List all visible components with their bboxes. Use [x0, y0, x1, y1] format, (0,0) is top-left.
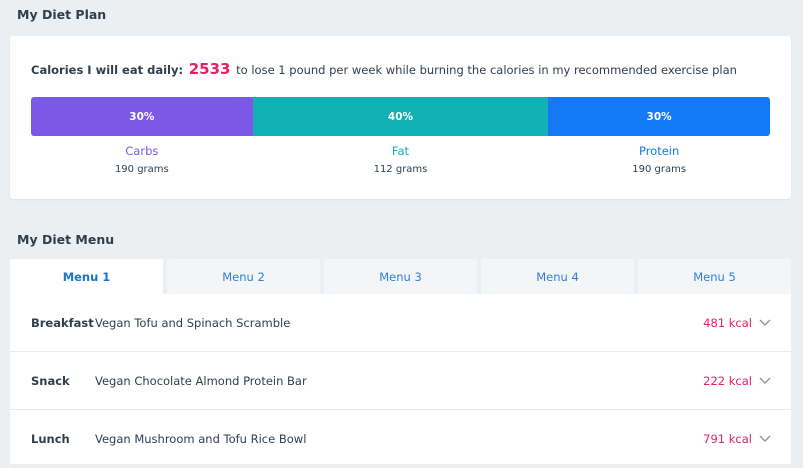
diet-menu-title: My Diet Menu — [17, 232, 115, 247]
macro-percent-fat: 40% — [387, 110, 414, 123]
macro-name-carbs: Carbs — [125, 144, 159, 158]
macro-name-fat: Fat — [391, 144, 410, 158]
tab-menu-5[interactable]: Menu 5 — [638, 259, 791, 294]
macro-grams-protein: 190 grams — [632, 164, 687, 175]
menu-tabs: Menu 1 Menu 2 Menu 3 Menu 4 Menu 5 — [10, 259, 791, 294]
meal-type: Snack — [31, 374, 70, 388]
macro-grams-carbs: 190 grams — [114, 164, 169, 175]
macro-name-protein: Protein — [638, 144, 680, 158]
macro-segment-protein: 30% — [548, 97, 770, 136]
meal-row-snack[interactable]: Snack Vegan Chocolate Almond Protein Bar… — [10, 352, 791, 410]
meal-calories: 481 kcal — [703, 316, 752, 330]
diet-plan-title: My Diet Plan — [17, 7, 107, 22]
macro-grams-fat: 112 grams — [373, 164, 428, 175]
meal-row-lunch[interactable]: Lunch Vegan Mushroom and Tofu Rice Bowl … — [10, 410, 791, 468]
tab-menu-4[interactable]: Menu 4 — [481, 259, 634, 294]
meal-name: Vegan Chocolate Almond Protein Bar — [95, 374, 307, 388]
tab-menu-3[interactable]: Menu 3 — [324, 259, 477, 294]
calories-label: Calories I will eat daily: — [31, 63, 184, 77]
macro-labels: Carbs 190 grams Fat 112 grams Protein 19… — [31, 144, 770, 184]
macro-segment-carbs: 30% — [31, 97, 253, 136]
meal-list: Breakfast Vegan Tofu and Spinach Scrambl… — [10, 294, 791, 468]
chevron-down-icon[interactable] — [759, 318, 771, 328]
macro-label-fat: Fat 112 grams — [253, 144, 549, 184]
calories-value: 2533 — [188, 60, 231, 78]
diet-plan-card: Calories I will eat daily: 2533 to lose … — [10, 36, 791, 199]
meal-type: Lunch — [31, 432, 70, 446]
meal-calories: 791 kcal — [703, 432, 752, 446]
calories-summary: Calories I will eat daily: 2533 to lose … — [31, 60, 737, 78]
meal-name: Vegan Mushroom and Tofu Rice Bowl — [95, 432, 307, 446]
macro-label-protein: Protein 190 grams — [548, 144, 770, 184]
tab-menu-1[interactable]: Menu 1 — [10, 259, 163, 294]
meal-name: Vegan Tofu and Spinach Scramble — [95, 316, 291, 330]
macro-percent-protein: 30% — [646, 110, 672, 123]
chevron-down-icon[interactable] — [759, 376, 771, 386]
meal-type: Breakfast — [31, 316, 94, 330]
macro-label-carbs: Carbs 190 grams — [31, 144, 253, 184]
macro-distribution-bar: 30% 40% 30% — [31, 97, 770, 136]
macro-percent-carbs: 30% — [129, 110, 155, 123]
calories-description: to lose 1 pound per week while burning t… — [236, 63, 737, 77]
meal-row-breakfast[interactable]: Breakfast Vegan Tofu and Spinach Scrambl… — [10, 294, 791, 352]
chevron-down-icon[interactable] — [759, 434, 771, 444]
meal-calories: 222 kcal — [703, 374, 752, 388]
tab-menu-2[interactable]: Menu 2 — [167, 259, 320, 294]
macro-segment-fat: 40% — [252, 97, 549, 136]
